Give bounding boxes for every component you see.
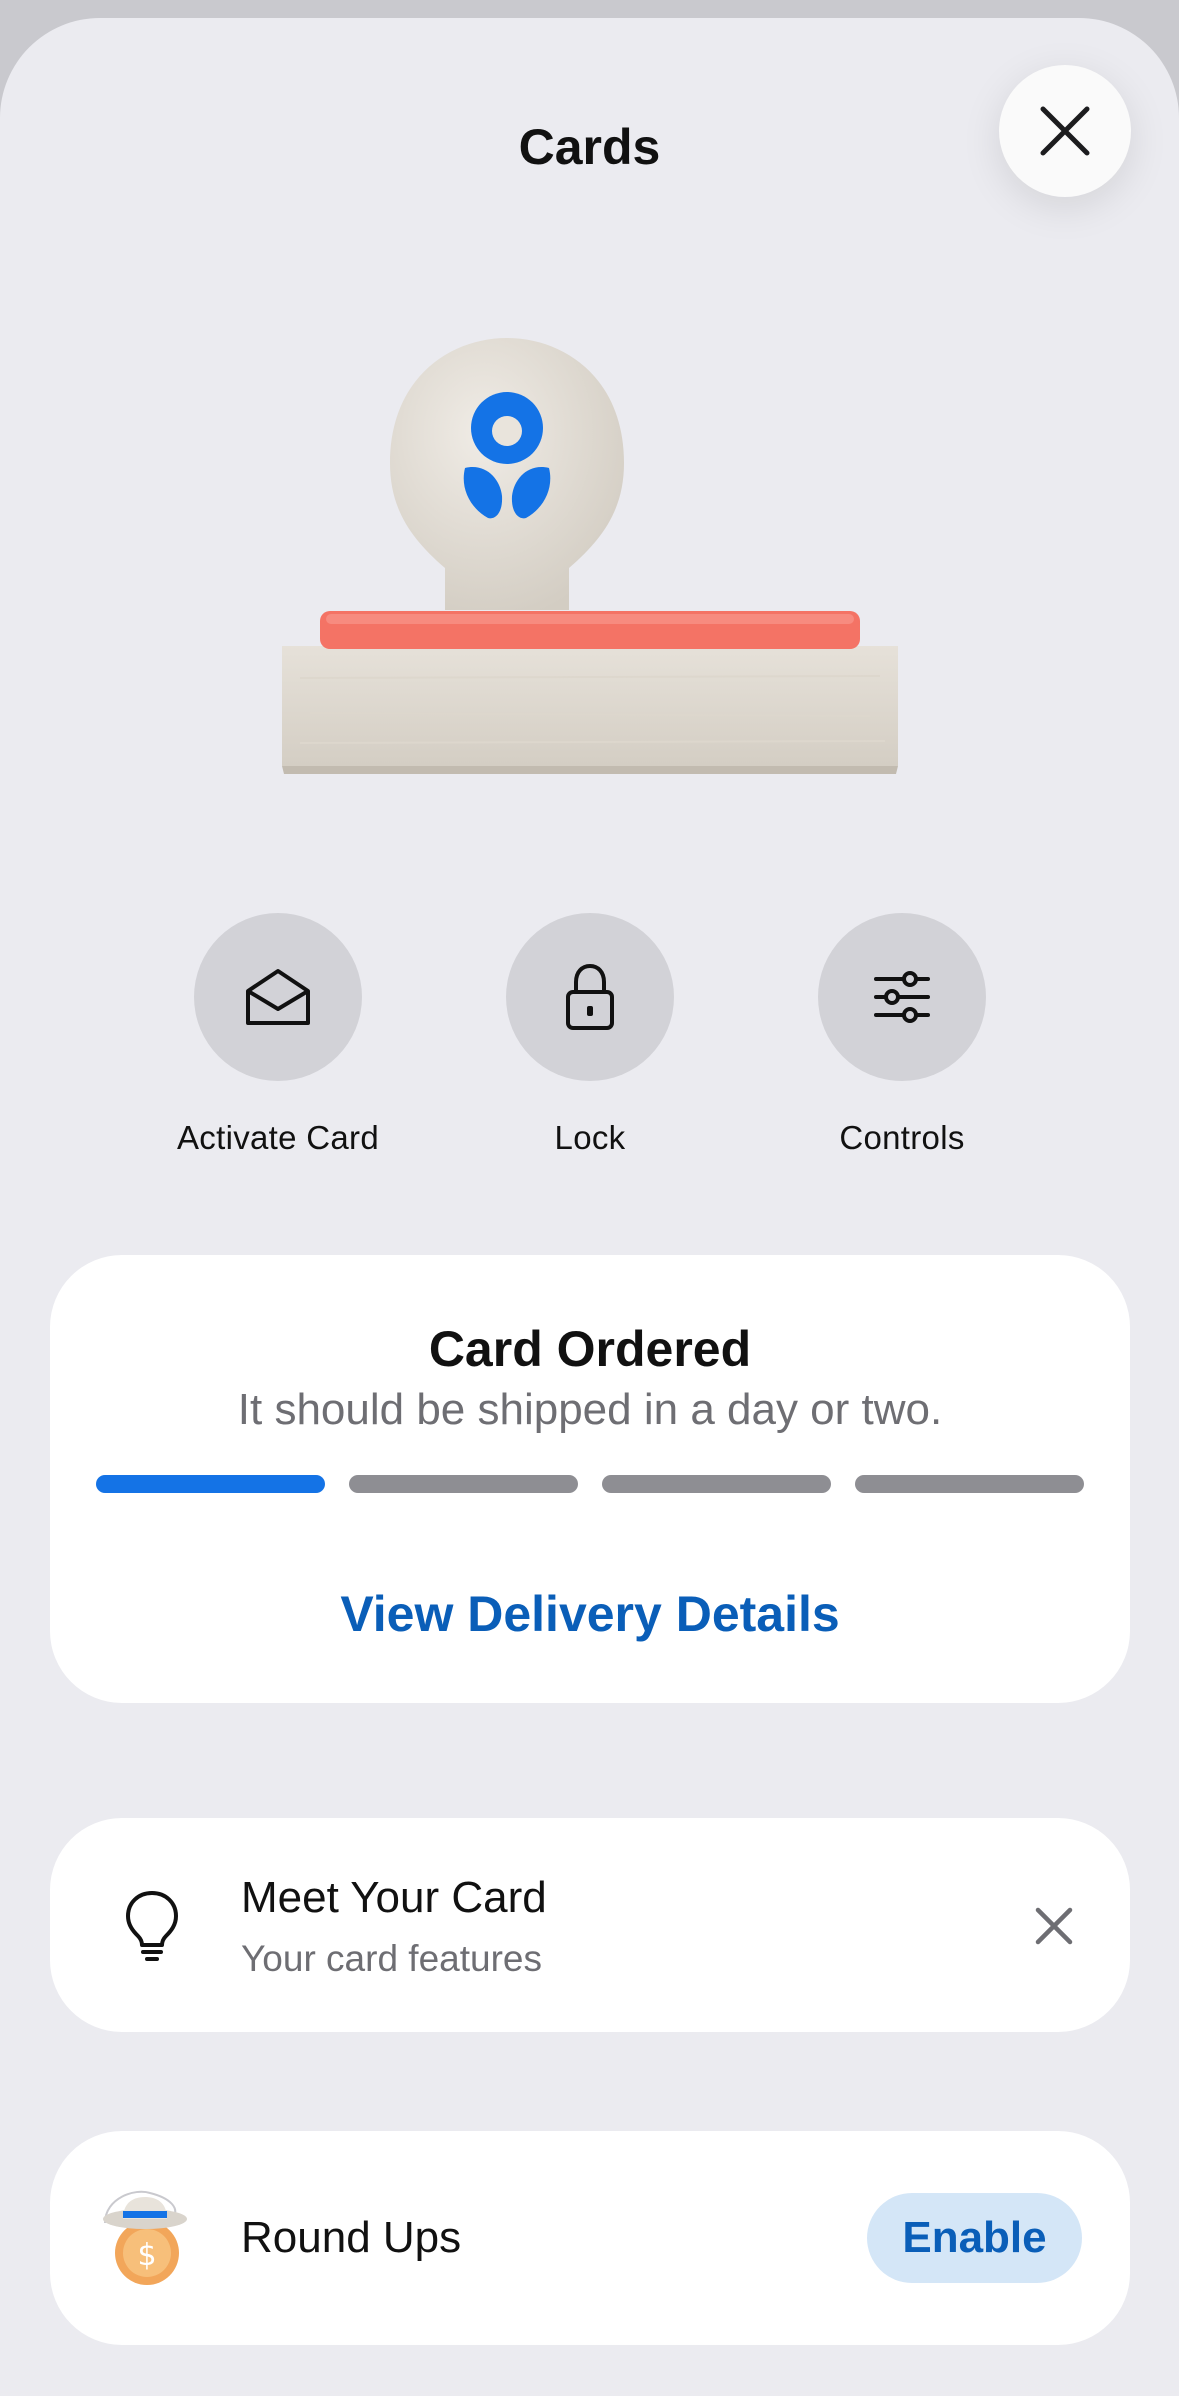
close-button[interactable] — [999, 65, 1131, 197]
controls-action[interactable]: Controls — [772, 913, 1032, 1157]
controls-button[interactable] — [818, 913, 986, 1081]
lock-icon — [566, 963, 614, 1030]
round-ups-row: $ Round Ups Enable — [50, 2131, 1130, 2345]
coin-cowboy-hat-icon: $ — [103, 2190, 187, 2285]
activate-card-label: Activate Card — [177, 1119, 379, 1156]
cards-sheet: Cards Activate Card Lock Controls Card O… — [0, 18, 1179, 2396]
lock-action[interactable]: Lock — [460, 913, 720, 1157]
progress-segment — [855, 1475, 1084, 1493]
envelope-open-icon — [246, 969, 310, 1025]
controls-label: Controls — [839, 1119, 965, 1156]
progress-segment — [96, 1475, 325, 1493]
tip-title: Meet Your Card — [241, 1873, 547, 1922]
progress-segment — [602, 1475, 831, 1493]
enable-round-ups-button[interactable]: Enable — [867, 2193, 1082, 2283]
activate-card-action[interactable]: Activate Card — [148, 913, 408, 1157]
svg-text:$: $ — [137, 2238, 156, 2273]
lock-button[interactable] — [506, 913, 674, 1081]
card-status-panel: Card Ordered It should be shipped in a d… — [50, 1255, 1130, 1703]
lock-label: Lock — [554, 1119, 626, 1156]
close-icon — [1040, 106, 1090, 156]
view-delivery-details-link[interactable]: View Delivery Details — [50, 1585, 1130, 1643]
activate-card-button[interactable] — [194, 913, 362, 1081]
card-status-subtitle: It should be shipped in a day or two. — [237, 1385, 943, 1434]
meet-your-card-tip[interactable]: Meet Your Card Your card features — [50, 1818, 1130, 2032]
dismiss-tip-icon[interactable] — [1030, 1902, 1078, 1950]
card-actions: Activate Card Lock Controls — [0, 913, 1179, 1193]
card-status-title: Card Ordered — [428, 1321, 752, 1377]
sliders-icon — [874, 971, 930, 1023]
lightbulb-icon — [126, 1891, 178, 1961]
delivery-progress — [96, 1475, 1084, 1493]
round-ups-label: Round Ups — [241, 2213, 462, 2262]
tip-subtitle: Your card features — [241, 1938, 542, 1979]
progress-segment — [349, 1475, 578, 1493]
stamp-illustration — [282, 338, 898, 774]
